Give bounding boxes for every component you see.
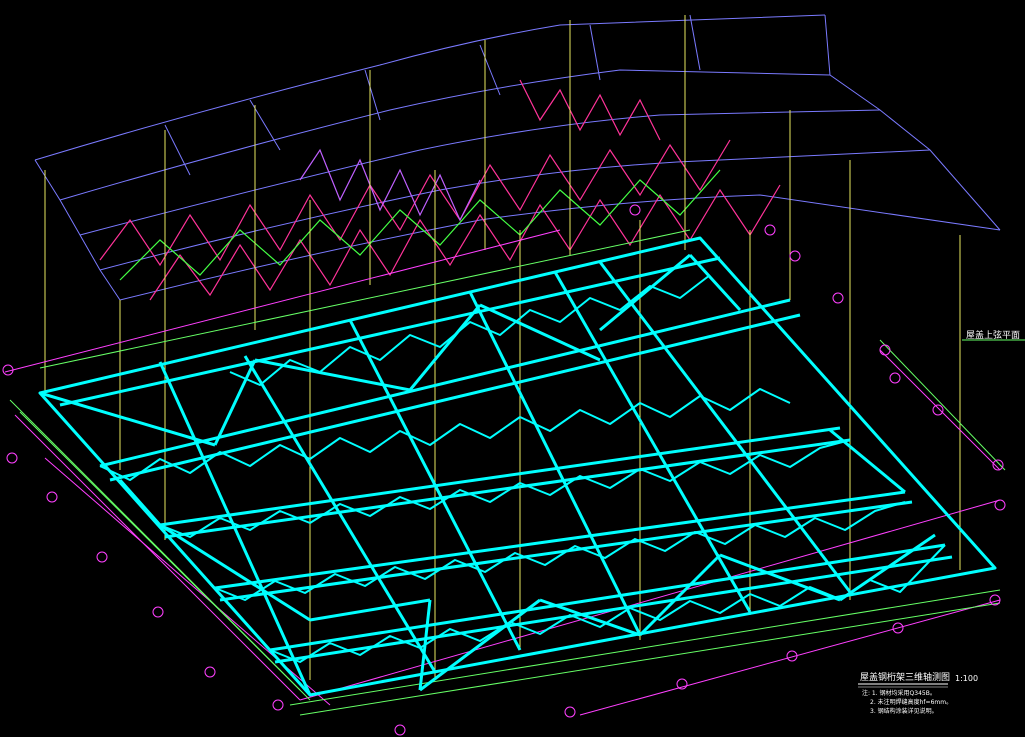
drawing-title: 屋盖钢桁架三维轴测图 <box>860 671 950 683</box>
drawing-annotations: 屋盖上弦平面 屋盖钢桁架三维轴测图 1:100 注: 1. 钢材均采用Q345B… <box>858 329 1020 715</box>
note-line-2: 2. 未注明焊缝高度hf=6mm。 <box>870 698 952 706</box>
side-label: 屋盖上弦平面 <box>966 329 1020 341</box>
note-line-3: 3. 钢结构涂装详见说明。 <box>870 707 938 715</box>
cad-drawing-canvas: 屋盖上弦平面 屋盖钢桁架三维轴测图 1:100 注: 1. 钢材均采用Q345B… <box>2 14 1025 736</box>
drawing-scale: 1:100 <box>955 674 978 683</box>
columns <box>44 15 961 680</box>
axis-grid-lines <box>4 229 1001 716</box>
note-line-1: 注: 1. 钢材均采用Q345B。 <box>862 689 936 697</box>
